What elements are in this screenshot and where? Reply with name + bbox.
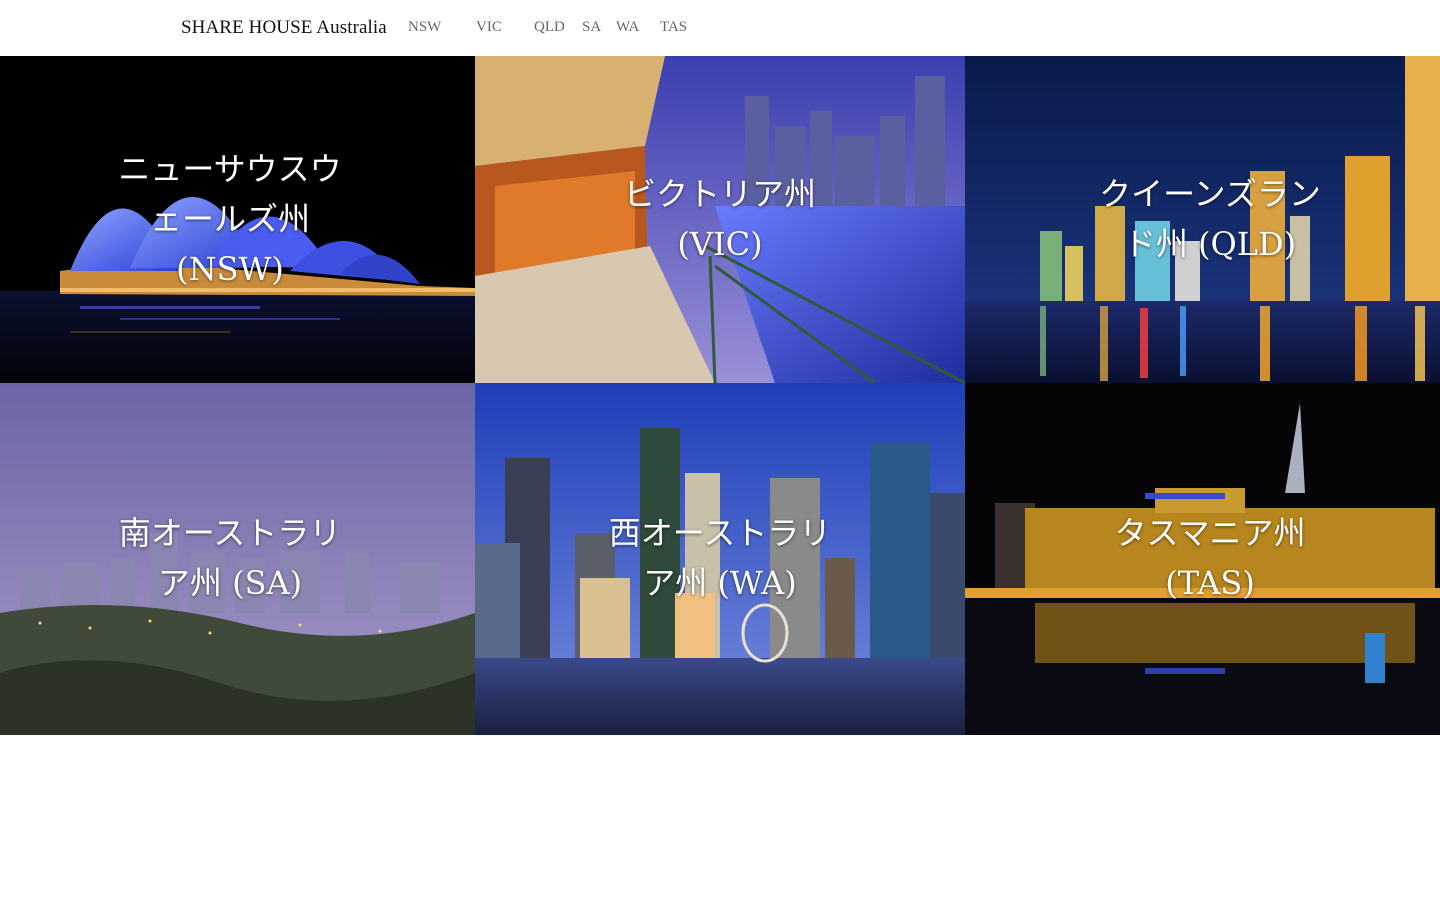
site-brand-link[interactable]: SHARE HOUSE Australia (181, 17, 387, 39)
state-tile-tas[interactable]: タスマニア州 (TAS) (965, 383, 1440, 735)
state-tile-vic[interactable]: ビクトリア州 (VIC) (475, 56, 965, 383)
tile-caption-nsw: ニューサウスウ ェールズ州 (NSW) (118, 150, 342, 288)
nav-link-qld[interactable]: QLD (534, 19, 565, 36)
nav-link-tas[interactable]: TAS (660, 19, 687, 36)
tile-caption-vic: ビクトリア州 (VIC) (623, 175, 816, 263)
nav-link-vic[interactable]: VIC (476, 19, 502, 36)
tile-caption-qld: クイーンズラン ド州 (QLD) (1099, 175, 1321, 263)
nav-link-sa[interactable]: SA (582, 19, 601, 36)
state-tile-wa[interactable]: 西オーストラリ ア州 (WA) (475, 383, 965, 735)
state-tile-qld[interactable]: クイーンズラン ド州 (QLD) (965, 56, 1440, 383)
tile-caption-wa: 西オーストラリ ア州 (WA) (608, 514, 832, 602)
state-tile-sa[interactable]: 南オーストラリ ア州 (SA) (0, 383, 475, 735)
tile-caption-tas: タスマニア州 (TAS) (1114, 514, 1306, 602)
top-navigation-bar: SHARE HOUSE Australia NSW VIC QLD SA WA … (0, 0, 1440, 56)
state-tile-nsw[interactable]: ニューサウスウ ェールズ州 (NSW) (0, 56, 475, 383)
nav-link-nsw[interactable]: NSW (408, 19, 441, 36)
nav-link-wa[interactable]: WA (616, 19, 639, 36)
tile-caption-sa: 南オーストラリ ア州 (SA) (118, 514, 342, 602)
page-footer-blank-area (0, 735, 1440, 900)
